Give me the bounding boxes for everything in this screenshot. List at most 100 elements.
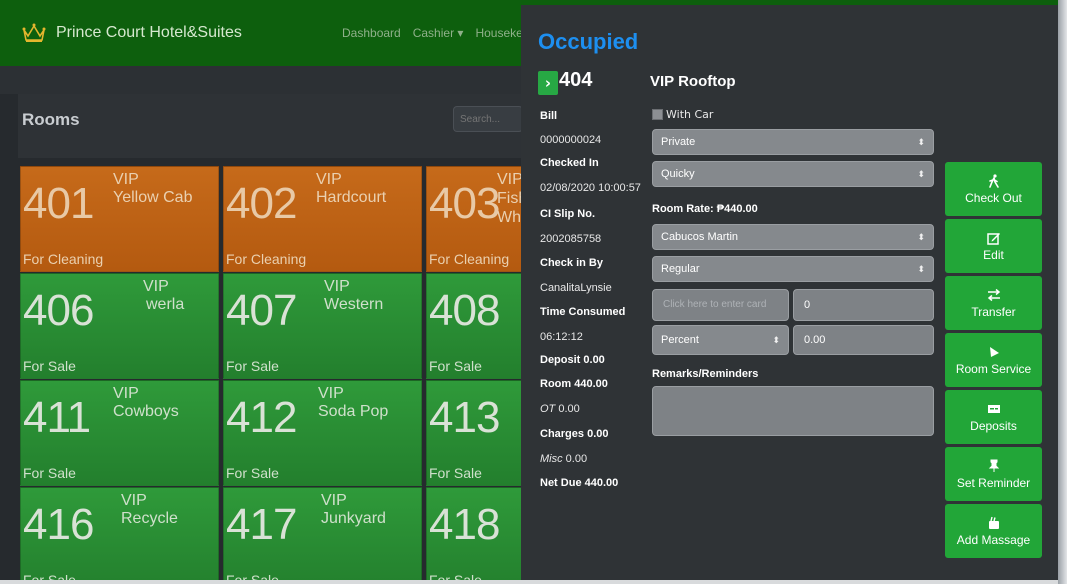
guest-select[interactable]: Cabucos Martin ⬍ <box>652 224 934 250</box>
brand[interactable]: Prince Court Hotel&Suites <box>22 22 242 44</box>
room-tile[interactable]: 401 VIP Yellow Cab For Cleaning <box>20 166 219 272</box>
room-status: For Sale <box>429 358 482 374</box>
remarks-textarea[interactable] <box>652 386 934 436</box>
edit-button[interactable]: Edit <box>945 219 1042 273</box>
type-select-value: Private <box>661 136 696 148</box>
room-vip: VIP <box>113 385 139 402</box>
room-vip: VIP <box>321 492 347 509</box>
select-caret-icon: ⬍ <box>917 169 925 179</box>
action-buttons: Check Out Edit Transfer Room Service Dep… <box>945 162 1042 561</box>
deposit-amount: Deposit 0.00 <box>540 354 605 366</box>
nav-dashboard[interactable]: Dashboard <box>342 26 401 40</box>
checkbox-box[interactable] <box>652 109 663 120</box>
nav-housekeeping[interactable]: Houseke <box>475 26 522 40</box>
edit-icon <box>986 232 1000 245</box>
rooms-header: Rooms <box>18 94 538 158</box>
with-car-checkbox[interactable]: With Car <box>652 108 713 121</box>
select-caret-icon: ⬍ <box>917 232 925 242</box>
room-tile[interactable]: 417 VIP Junkyard For Sale <box>223 487 422 580</box>
check-out-button[interactable]: Check Out <box>945 162 1042 216</box>
rooms-grid: 401 VIP Yellow Cab For Cleaning 402 VIP … <box>20 166 625 580</box>
room-number: 404 <box>559 69 593 91</box>
room-status: For Sale <box>23 572 76 580</box>
time-consumed-label: Time Consumed <box>540 306 626 318</box>
massage-icon <box>988 516 999 529</box>
transfer-label: Transfer <box>971 304 1016 319</box>
nav-cashier[interactable]: Cashier ▾ <box>413 26 464 40</box>
room-toggle-button[interactable]: › <box>538 71 558 95</box>
room-tile[interactable]: 411 VIP Cowboys For Sale <box>20 380 219 486</box>
checked-in-label: Checked In <box>540 157 599 169</box>
card-amount-input[interactable]: 0 <box>793 289 934 321</box>
room-tile[interactable]: 407 VIP Western For Sale <box>223 273 422 379</box>
room-tile[interactable]: 416 VIP Recycle For Sale <box>20 487 219 580</box>
room-name: Soda Pop <box>318 403 389 420</box>
room-rate: Room Rate: ₱440.00 <box>652 203 758 215</box>
guest-select-value: Cabucos Martin <box>661 231 739 243</box>
mode-select-value: Quicky <box>661 168 695 180</box>
room-number: 407 <box>226 286 297 335</box>
room-service-icon <box>989 346 999 357</box>
room-vip: VIP <box>113 171 139 188</box>
room-number: 412 <box>226 393 297 442</box>
room-status: For Sale <box>429 465 482 481</box>
with-car-label: With Car <box>666 108 714 121</box>
room-status: For Sale <box>226 465 279 481</box>
checkin-by-value: CanalitaLynsie <box>540 282 612 294</box>
bill-label: Bill <box>540 110 558 122</box>
room-number: 413 <box>429 393 500 442</box>
room-status: For Cleaning <box>429 251 510 267</box>
room-tile[interactable]: 406 VIP werla For Sale <box>20 273 219 379</box>
room-tile[interactable]: 402 VIP Hardcourt For Cleaning <box>223 166 422 272</box>
checked-in-value: 02/08/2020 10:00:57 <box>540 182 641 194</box>
app-frame: Prince Court Hotel&Suites Dashboard Cash… <box>0 0 1058 580</box>
room-status: For Sale <box>23 358 76 374</box>
room-name: Junkyard <box>321 510 386 527</box>
walking-person-icon <box>988 173 999 188</box>
room-name: Cowboys <box>113 403 179 420</box>
window-edge <box>1058 0 1067 584</box>
discount-value-input[interactable]: 0.00 <box>793 325 934 355</box>
discount-type-select[interactable]: Percent ⬍ <box>652 325 789 355</box>
ot-value: 0.00 <box>558 403 580 415</box>
room-amount: Room 440.00 <box>540 378 608 390</box>
rooms-title: Rooms <box>22 110 80 129</box>
set-reminder-button[interactable]: Set Reminder <box>945 447 1042 501</box>
edit-label: Edit <box>983 247 1004 262</box>
add-massage-label: Add Massage <box>956 532 1031 547</box>
room-tile[interactable]: 412 VIP Soda Pop For Sale <box>223 380 422 486</box>
bill-value: 0000000024 <box>540 134 602 146</box>
set-reminder-label: Set Reminder <box>956 475 1031 490</box>
remarks-label: Remarks/Reminders <box>652 368 759 380</box>
modal-status-title: Occupied <box>538 29 639 54</box>
transfer-arrows-icon <box>987 288 1000 301</box>
add-massage-button[interactable]: Add Massage <box>945 504 1042 558</box>
search-input[interactable] <box>453 106 523 132</box>
nav-links: Dashboard Cashier ▾ Houseke <box>342 26 523 40</box>
time-consumed-value: 06:12:12 <box>540 331 583 343</box>
room-vip: VIP <box>121 492 147 509</box>
deposit-card-icon <box>987 404 1000 413</box>
room-vip: VIP <box>324 278 350 295</box>
room-status: For Sale <box>226 358 279 374</box>
discount-type-value: Percent <box>661 334 699 346</box>
brand-name: Prince Court Hotel&Suites <box>56 24 242 41</box>
deposits-button[interactable]: Deposits <box>945 390 1042 444</box>
class-select[interactable]: Regular ⬍ <box>652 256 934 282</box>
checkin-by-label: Check in By <box>540 257 603 269</box>
room-name: Yellow Cab <box>113 189 193 206</box>
transfer-button[interactable]: Transfer <box>945 276 1042 330</box>
room-status: For Sale <box>429 572 482 580</box>
room-service-button[interactable]: Room Service <box>945 333 1042 387</box>
charges-amount: Charges 0.00 <box>540 428 609 440</box>
room-number: 416 <box>23 500 94 549</box>
card-input[interactable]: Click here to enter card <box>652 289 789 321</box>
mode-select[interactable]: Quicky ⬍ <box>652 161 934 187</box>
type-select[interactable]: Private ⬍ <box>652 129 934 155</box>
crown-icon <box>22 23 46 42</box>
deposits-label: Deposits <box>970 418 1017 433</box>
room-status: For Cleaning <box>23 251 104 267</box>
net-due: Net Due 440.00 <box>540 477 619 489</box>
room-name: Western <box>324 296 384 313</box>
room-number: 411 <box>23 393 91 442</box>
